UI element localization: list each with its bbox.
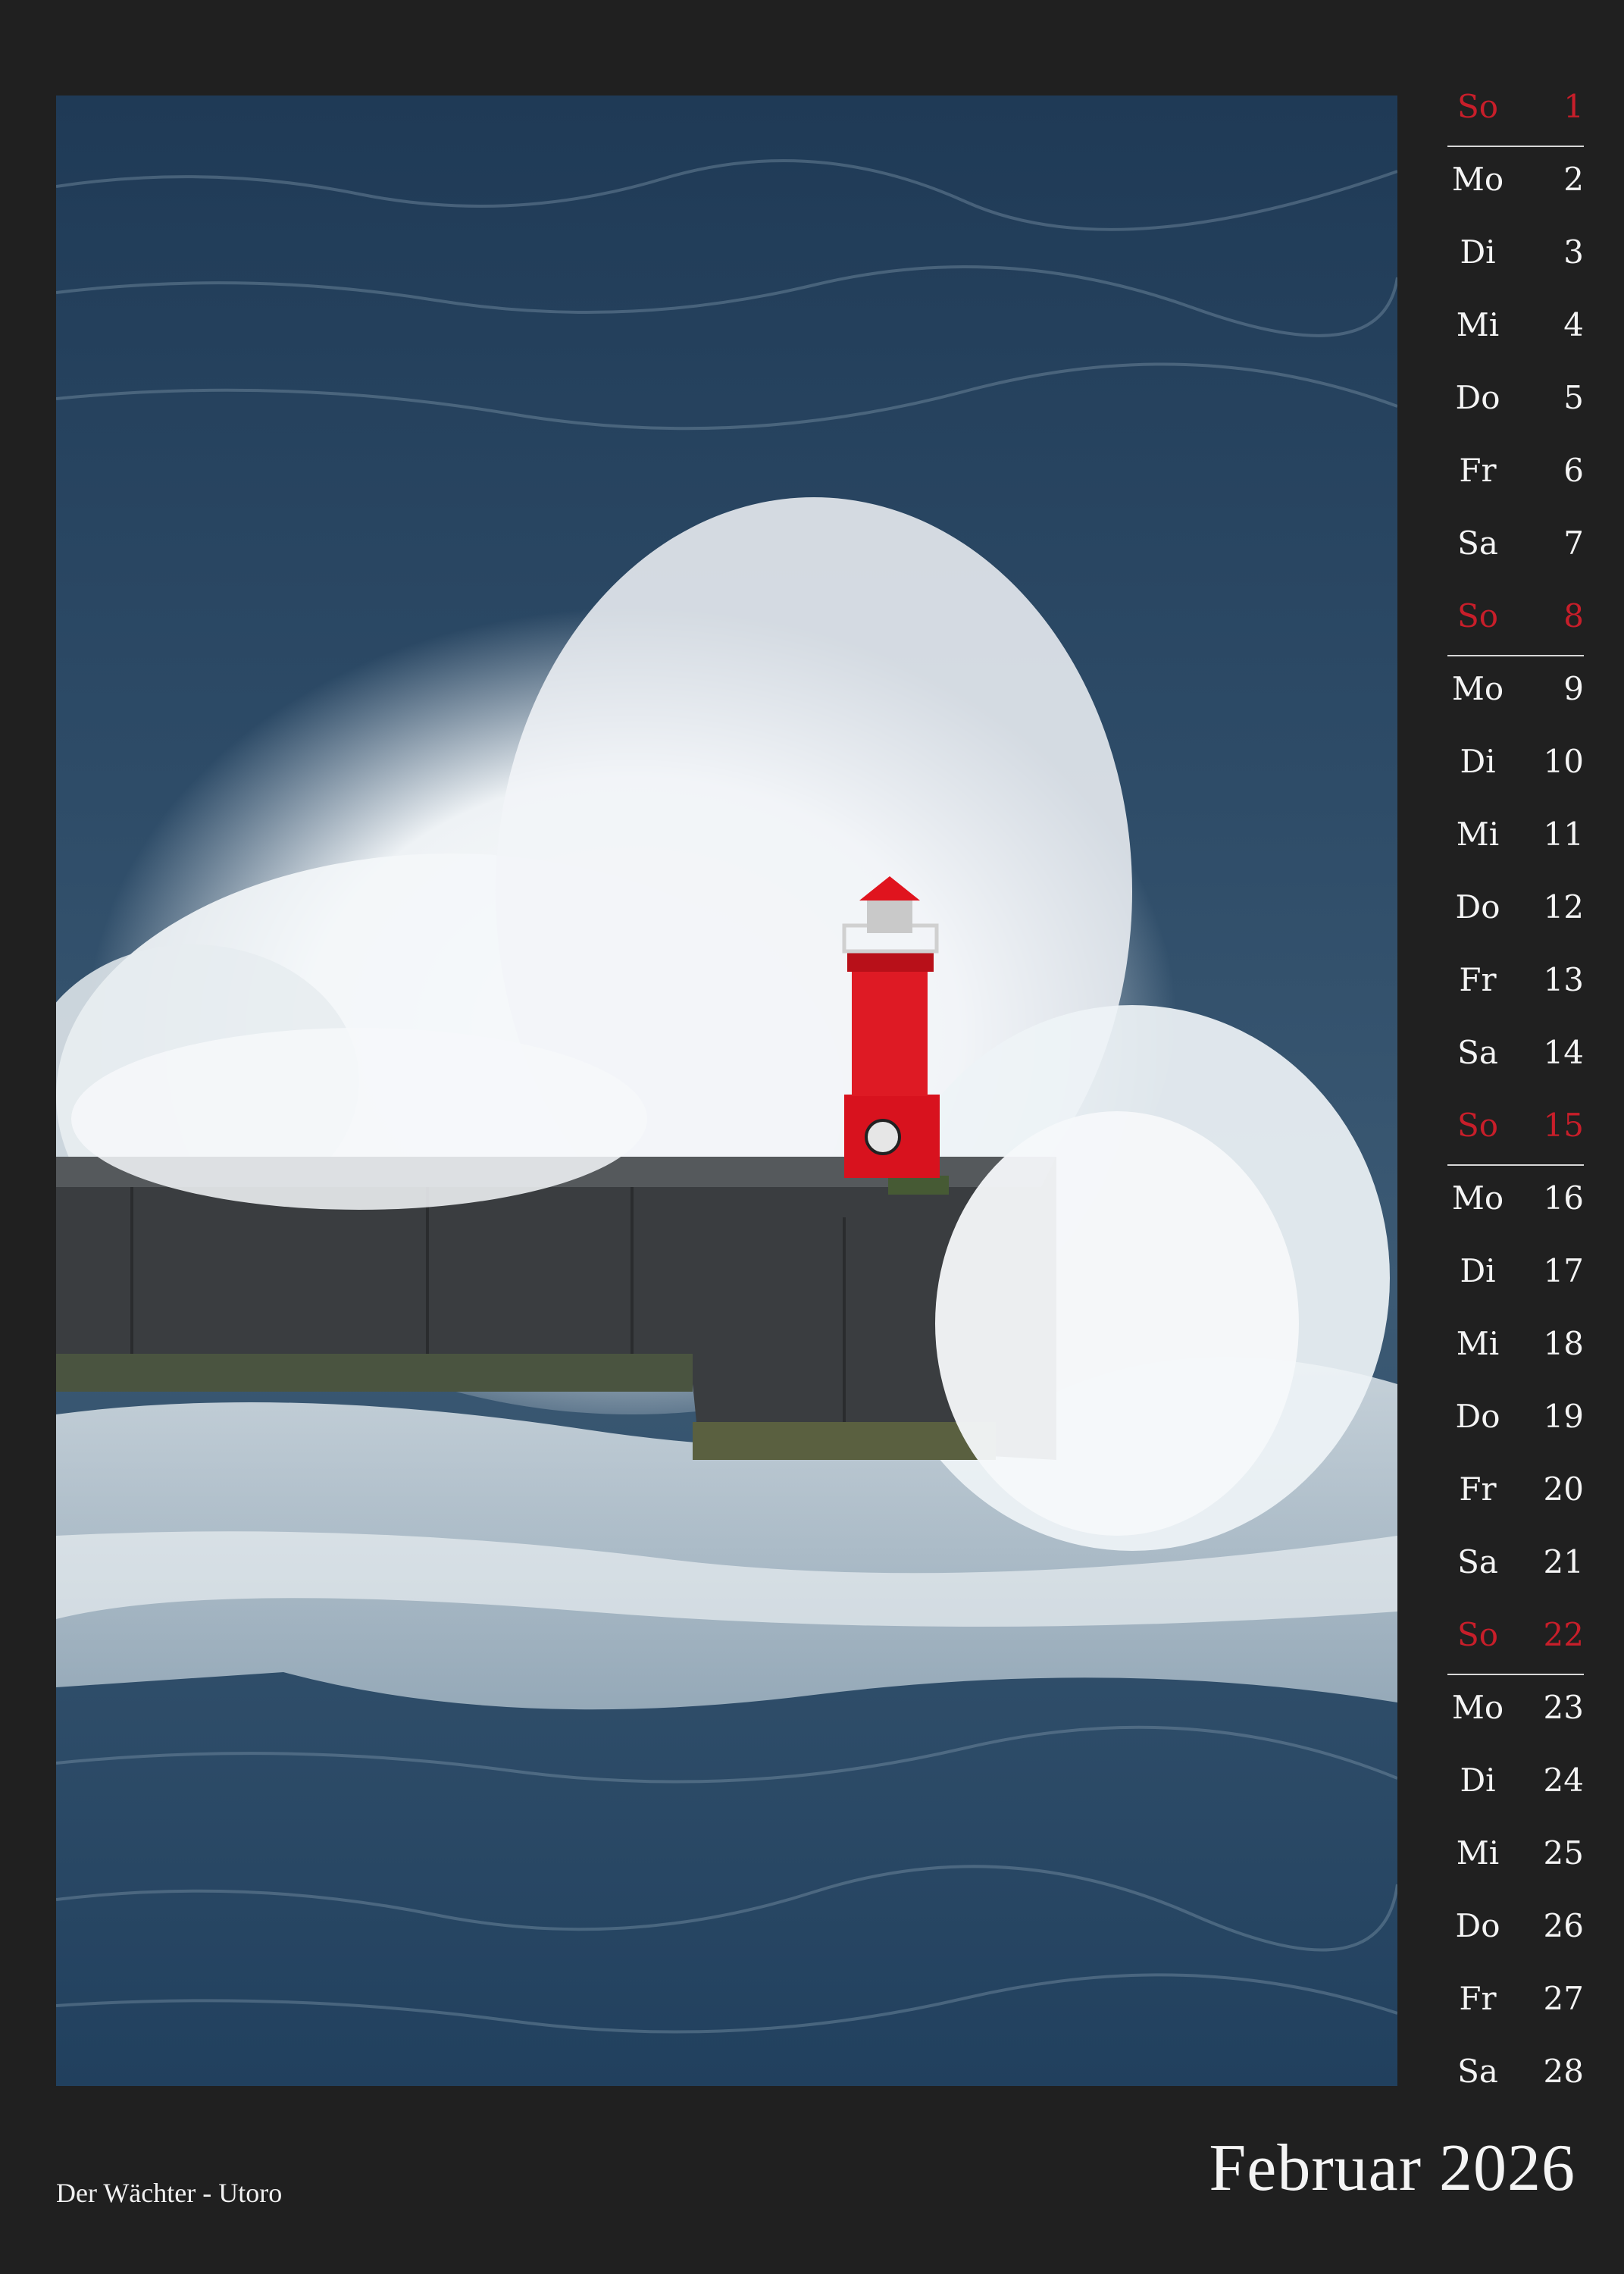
weekday-label: Sa <box>1457 1034 1498 1071</box>
weekday-label: Mo <box>1451 1179 1504 1217</box>
photo-caption: Der Wächter - Utoro <box>56 2178 283 2208</box>
calendar-row: Di 24 <box>1440 1748 1584 1821</box>
day-number: 15 <box>1543 1107 1584 1144</box>
weekday-label: Mi <box>1456 1325 1500 1362</box>
calendar-row: Sa 14 <box>1440 1020 1584 1093</box>
calendar-row: Mi 25 <box>1440 1821 1584 1893</box>
weekday-label: Di <box>1460 1252 1496 1289</box>
calendar-row: Mi 11 <box>1440 802 1584 875</box>
day-number: 18 <box>1543 1325 1584 1362</box>
calendar-row-sunday: So 15 <box>1440 1093 1584 1166</box>
weekday-label: Sa <box>1457 1543 1498 1580</box>
calendar-row: Do 19 <box>1440 1384 1584 1457</box>
weekday-label: Mo <box>1451 161 1504 198</box>
day-number: 27 <box>1543 1980 1584 2017</box>
day-number: 3 <box>1563 233 1584 271</box>
weekday-label: Di <box>1460 1762 1496 1799</box>
calendar-row: Fr 6 <box>1440 438 1584 511</box>
calendar-row: Di 17 <box>1440 1239 1584 1311</box>
calendar-row: Mo 2 <box>1440 147 1584 220</box>
weekday-label: Fr <box>1459 961 1497 998</box>
calendar-row: Mi 18 <box>1440 1311 1584 1384</box>
day-list: So 1 Mo 2 Di 3 Mi 4 Do 5 Fr 6 Sa 7 So 8 Mo 9 Di 10 Mi 11 Do 12 F… <box>1440 74 1584 2112</box>
month-title: Februar 2026 <box>1209 2131 1575 2205</box>
weekday-label: Mo <box>1451 670 1504 707</box>
calendar-row: Mi 4 <box>1440 293 1584 365</box>
calendar-row: Fr 27 <box>1440 1966 1584 2039</box>
weekday-label: Mi <box>1456 1834 1500 1872</box>
weekday-label: Mi <box>1456 816 1500 853</box>
calendar-row: Do 5 <box>1440 365 1584 438</box>
calendar-row: Di 10 <box>1440 729 1584 802</box>
day-number: 9 <box>1563 670 1584 707</box>
calendar-row-sunday: So 1 <box>1440 74 1584 147</box>
weekday-label: Di <box>1460 743 1496 780</box>
day-number: 19 <box>1543 1398 1584 1435</box>
day-number: 6 <box>1563 452 1584 489</box>
day-number: 10 <box>1543 743 1584 780</box>
weekday-label: Do <box>1455 1398 1500 1435</box>
day-number: 11 <box>1543 816 1584 853</box>
weekday-label: So <box>1457 88 1499 125</box>
calendar-row: Sa 7 <box>1440 511 1584 584</box>
day-number: 28 <box>1543 2053 1584 2090</box>
weekday-label: Sa <box>1457 2053 1498 2090</box>
calendar-row: Do 12 <box>1440 875 1584 948</box>
day-number: 7 <box>1563 525 1584 562</box>
day-number: 2 <box>1563 161 1584 198</box>
calendar-row: Fr 20 <box>1440 1457 1584 1530</box>
day-number: 1 <box>1563 88 1584 125</box>
calendar-row-sunday: So 8 <box>1440 584 1584 656</box>
day-number: 26 <box>1543 1907 1584 1944</box>
calendar-row: Mo 23 <box>1440 1675 1584 1748</box>
weekday-label: Do <box>1455 888 1500 926</box>
calendar-row: Do 26 <box>1440 1893 1584 1966</box>
weekday-label: So <box>1457 597 1499 634</box>
calendar-row-sunday: So 22 <box>1440 1602 1584 1675</box>
day-number: 5 <box>1563 379 1584 416</box>
calendar-row: Sa 28 <box>1440 2039 1584 2112</box>
weekday-label: Fr <box>1459 452 1497 489</box>
day-number: 23 <box>1543 1689 1584 1726</box>
day-number: 12 <box>1543 888 1584 926</box>
calendar-row: Fr 13 <box>1440 948 1584 1020</box>
calendar-row: Mo 9 <box>1440 656 1584 729</box>
weekday-label: So <box>1457 1616 1499 1653</box>
weekday-label: Fr <box>1459 1980 1497 2017</box>
day-number: 24 <box>1543 1762 1584 1799</box>
day-number: 25 <box>1543 1834 1584 1872</box>
day-number: 17 <box>1543 1252 1584 1289</box>
day-number: 20 <box>1543 1471 1584 1508</box>
day-number: 14 <box>1543 1034 1584 1071</box>
weekday-label: Di <box>1460 233 1496 271</box>
day-number: 21 <box>1543 1543 1584 1580</box>
weekday-label: Mi <box>1456 306 1500 343</box>
day-number: 16 <box>1543 1179 1584 1217</box>
day-number: 13 <box>1543 961 1584 998</box>
day-number: 8 <box>1563 597 1584 634</box>
calendar-row: Sa 21 <box>1440 1530 1584 1602</box>
weekday-label: Do <box>1455 1907 1500 1944</box>
calendar-row: Di 3 <box>1440 220 1584 293</box>
weekday-label: Do <box>1455 379 1500 416</box>
day-number: 4 <box>1563 306 1584 343</box>
weekday-label: So <box>1457 1107 1499 1144</box>
day-number: 22 <box>1543 1616 1584 1653</box>
weekday-label: Mo <box>1451 1689 1504 1726</box>
photo-lighthouse-waves <box>56 96 1397 2086</box>
weekday-label: Fr <box>1459 1471 1497 1508</box>
calendar-row: Mo 16 <box>1440 1166 1584 1239</box>
weekday-label: Sa <box>1457 525 1498 562</box>
